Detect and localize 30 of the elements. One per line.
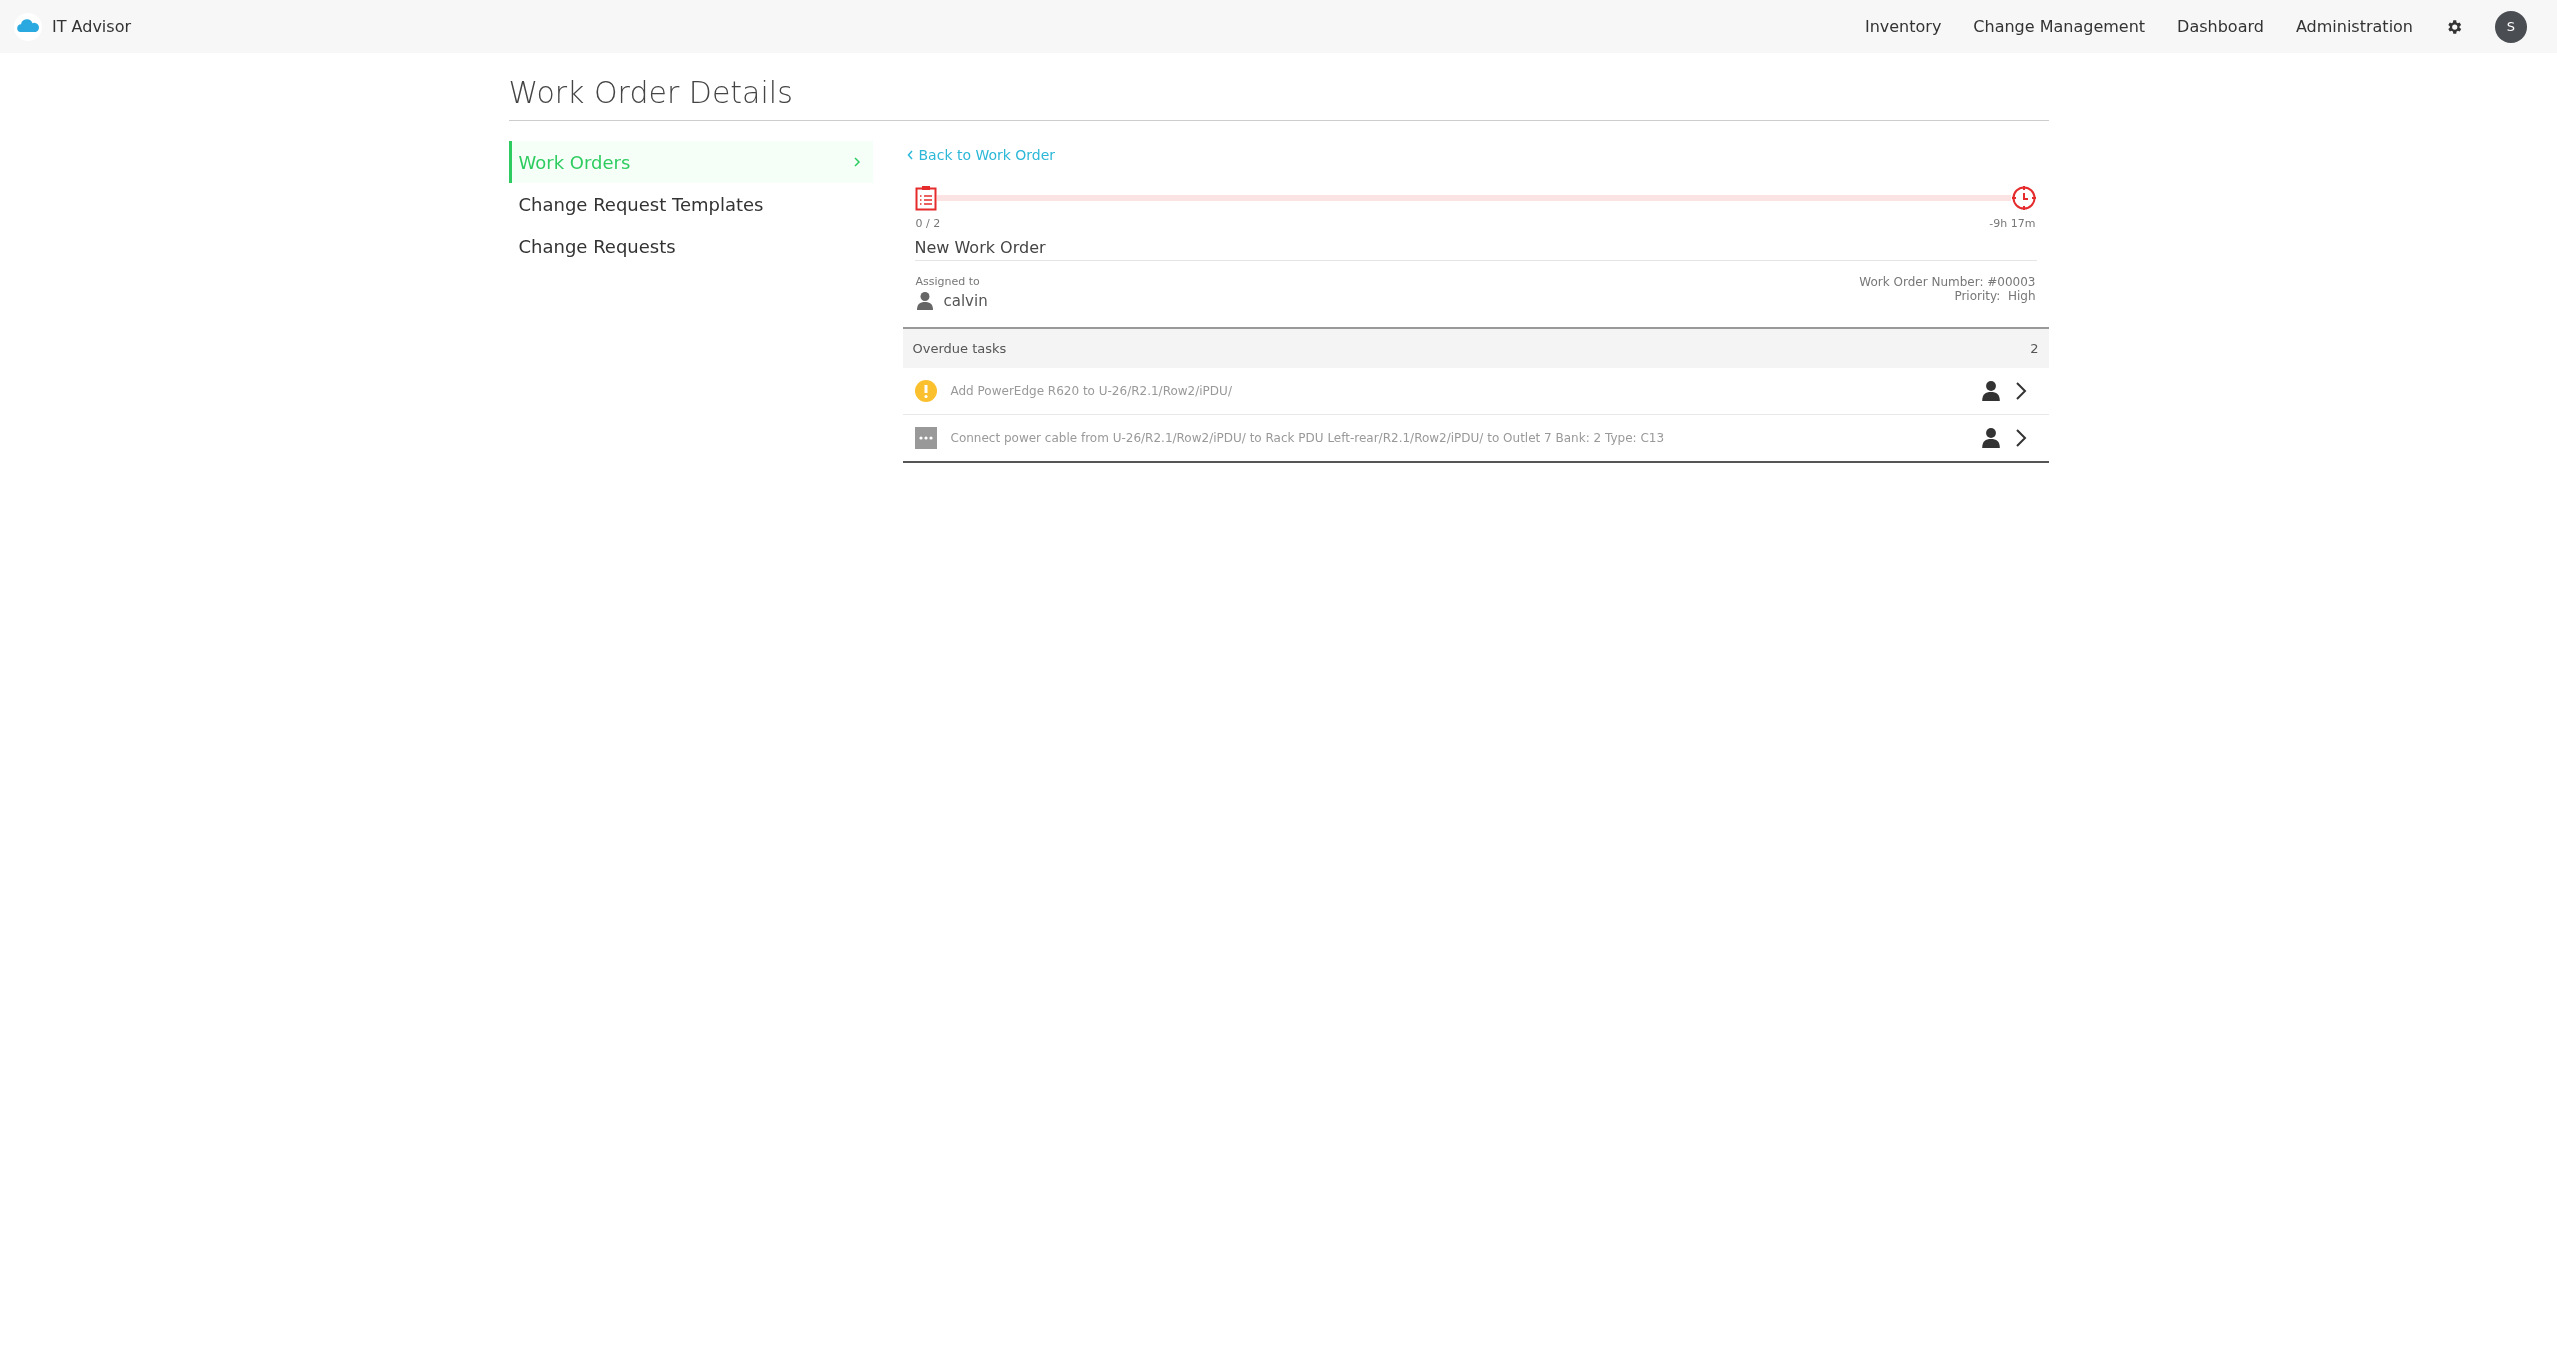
- cloud-logo-icon: [14, 12, 42, 41]
- user-icon[interactable]: [1980, 380, 2001, 402]
- work-order-name: New Work Order: [914, 238, 2037, 261]
- tasks-count: 2: [2030, 341, 2039, 356]
- nav-link[interactable]: Inventory: [1864, 17, 1942, 36]
- chevron-right-icon[interactable]: [2014, 428, 2027, 448]
- clipboard-list-icon: [914, 185, 937, 211]
- assignee-name: calvin: [943, 292, 988, 310]
- priority-label: Priority: High: [1953, 289, 2036, 303]
- ellipsis-icon: [914, 427, 937, 449]
- tasks-title: Overdue tasks: [912, 341, 1007, 356]
- nav-link[interactable]: Administration: [2295, 17, 2413, 36]
- chevron-right-icon[interactable]: [2014, 381, 2027, 401]
- progress-count: 0 / 2: [915, 217, 941, 230]
- nav-link[interactable]: Dashboard: [2177, 17, 2264, 36]
- app-name: IT Advisor: [52, 17, 131, 36]
- sidebar-item[interactable]: Change Request Templates: [508, 183, 873, 225]
- user-icon: [915, 291, 934, 311]
- nav-link[interactable]: Change Management: [1973, 17, 2146, 36]
- user-avatar[interactable]: S: [2495, 10, 2527, 43]
- sidebar-item[interactable]: Change Requests: [508, 225, 873, 267]
- chevron-left-icon: [906, 150, 914, 160]
- clock-icon: [2010, 185, 2037, 211]
- work-order-number: Work Order Number: #00003: [1859, 275, 2036, 289]
- assigned-label: Assigned to: [915, 275, 981, 288]
- page-title: Work Order Details: [508, 75, 2049, 121]
- warning-icon: [914, 380, 937, 402]
- time-remaining: -9h 17m: [1989, 217, 2036, 230]
- chevron-right-icon: [852, 156, 861, 168]
- user-icon[interactable]: [1980, 427, 2001, 449]
